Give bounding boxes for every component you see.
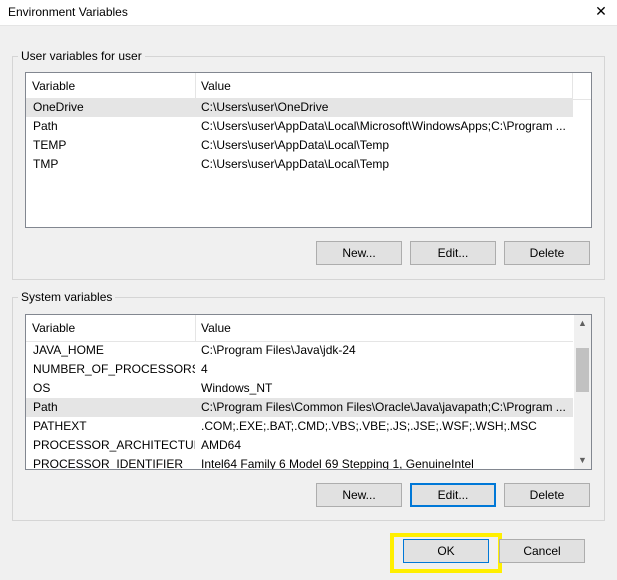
scroll-up-icon[interactable]: ▲ [574, 315, 591, 332]
system-variables-list[interactable]: Variable Value JAVA_HOME C:\Program File… [25, 314, 592, 470]
user-variable-row-temp[interactable]: TEMP C:\Users\user\AppData\Local\Temp [26, 136, 573, 155]
system-variable-row-os[interactable]: OS Windows_NT [26, 379, 573, 398]
variable-value: C:\Program Files\Java\jdk-24 [201, 343, 356, 357]
window-title: Environment Variables [8, 5, 128, 19]
variable-name: Path [33, 119, 58, 133]
user-delete-button[interactable]: Delete [504, 241, 590, 265]
user-variable-row-tmp[interactable]: TMP C:\Users\user\AppData\Local\Temp [26, 155, 573, 174]
user-variable-row-onedrive[interactable]: OneDrive C:\Users\user\OneDrive [26, 98, 573, 117]
variable-name: Path [33, 400, 58, 414]
variable-value: C:\Users\user\AppData\Local\Temp [201, 157, 390, 171]
variable-value: C:\Users\user\OneDrive [201, 100, 329, 114]
system-new-button[interactable]: New... [316, 483, 402, 507]
variable-value: C:\Users\user\AppData\Local\Temp [201, 138, 390, 152]
column-header-value[interactable]: Value [195, 315, 572, 341]
ok-button[interactable]: OK [403, 539, 489, 563]
system-variable-row-processor-identifier[interactable]: PROCESSOR_IDENTIFIER Intel64 Family 6 Mo… [26, 455, 573, 470]
variable-value: C:\Users\user\AppData\Local\Microsoft\Wi… [201, 119, 566, 133]
system-list-scrollbar[interactable]: ▲ ▼ [574, 315, 591, 469]
column-header-value[interactable]: Value [195, 73, 572, 99]
user-variables-label: User variables for user [18, 49, 145, 63]
variable-value: Intel64 Family 6 Model 69 Stepping 1, Ge… [201, 457, 474, 470]
variable-name: NUMBER_OF_PROCESSORS [33, 362, 195, 376]
variable-name: PROCESSOR_ARCHITECTURE [33, 438, 195, 452]
variable-name: PATHEXT [33, 419, 87, 433]
variable-name: OneDrive [33, 100, 84, 114]
cancel-button[interactable]: Cancel [499, 539, 585, 563]
variable-name: OS [33, 381, 51, 395]
system-variable-row-java-home[interactable]: JAVA_HOME C:\Program Files\Java\jdk-24 [26, 341, 573, 360]
variable-name: TEMP [33, 138, 67, 152]
user-edit-button[interactable]: Edit... [410, 241, 496, 265]
close-icon[interactable]: ✕ [592, 2, 610, 20]
system-variable-row-processor-architecture[interactable]: PROCESSOR_ARCHITECTURE AMD64 [26, 436, 573, 455]
variable-value: .COM;.EXE;.BAT;.CMD;.VBS;.VBE;.JS;.JSE;.… [201, 419, 537, 433]
column-header-variable[interactable]: Variable [26, 315, 195, 341]
variable-value: 4 [201, 362, 208, 376]
list-header: Variable Value [26, 315, 573, 342]
list-header: Variable Value [26, 73, 591, 100]
user-new-button[interactable]: New... [316, 241, 402, 265]
variable-name: PROCESSOR_IDENTIFIER [33, 457, 184, 470]
variable-value: Windows_NT [201, 381, 273, 395]
system-edit-button[interactable]: Edit... [410, 483, 496, 507]
variable-name: TMP [33, 157, 59, 171]
variable-value: AMD64 [201, 438, 242, 452]
scroll-down-icon[interactable]: ▼ [574, 452, 591, 469]
system-variable-row-pathext[interactable]: PATHEXT .COM;.EXE;.BAT;.CMD;.VBS;.VBE;.J… [26, 417, 573, 436]
user-variables-list[interactable]: Variable Value OneDrive C:\Users\user\On… [25, 72, 592, 228]
system-delete-button[interactable]: Delete [504, 483, 590, 507]
system-variable-row-path[interactable]: Path C:\Program Files\Common Files\Oracl… [26, 398, 573, 417]
user-variable-row-path[interactable]: Path C:\Users\user\AppData\Local\Microso… [26, 117, 573, 136]
variable-value: C:\Program Files\Common Files\Oracle\Jav… [201, 400, 566, 414]
variable-name: JAVA_HOME [33, 343, 104, 357]
column-header-variable[interactable]: Variable [26, 73, 195, 99]
scrollbar-thumb[interactable] [576, 348, 589, 392]
system-variables-label: System variables [18, 290, 116, 304]
system-variable-row-number-of-processors[interactable]: NUMBER_OF_PROCESSORS 4 [26, 360, 573, 379]
